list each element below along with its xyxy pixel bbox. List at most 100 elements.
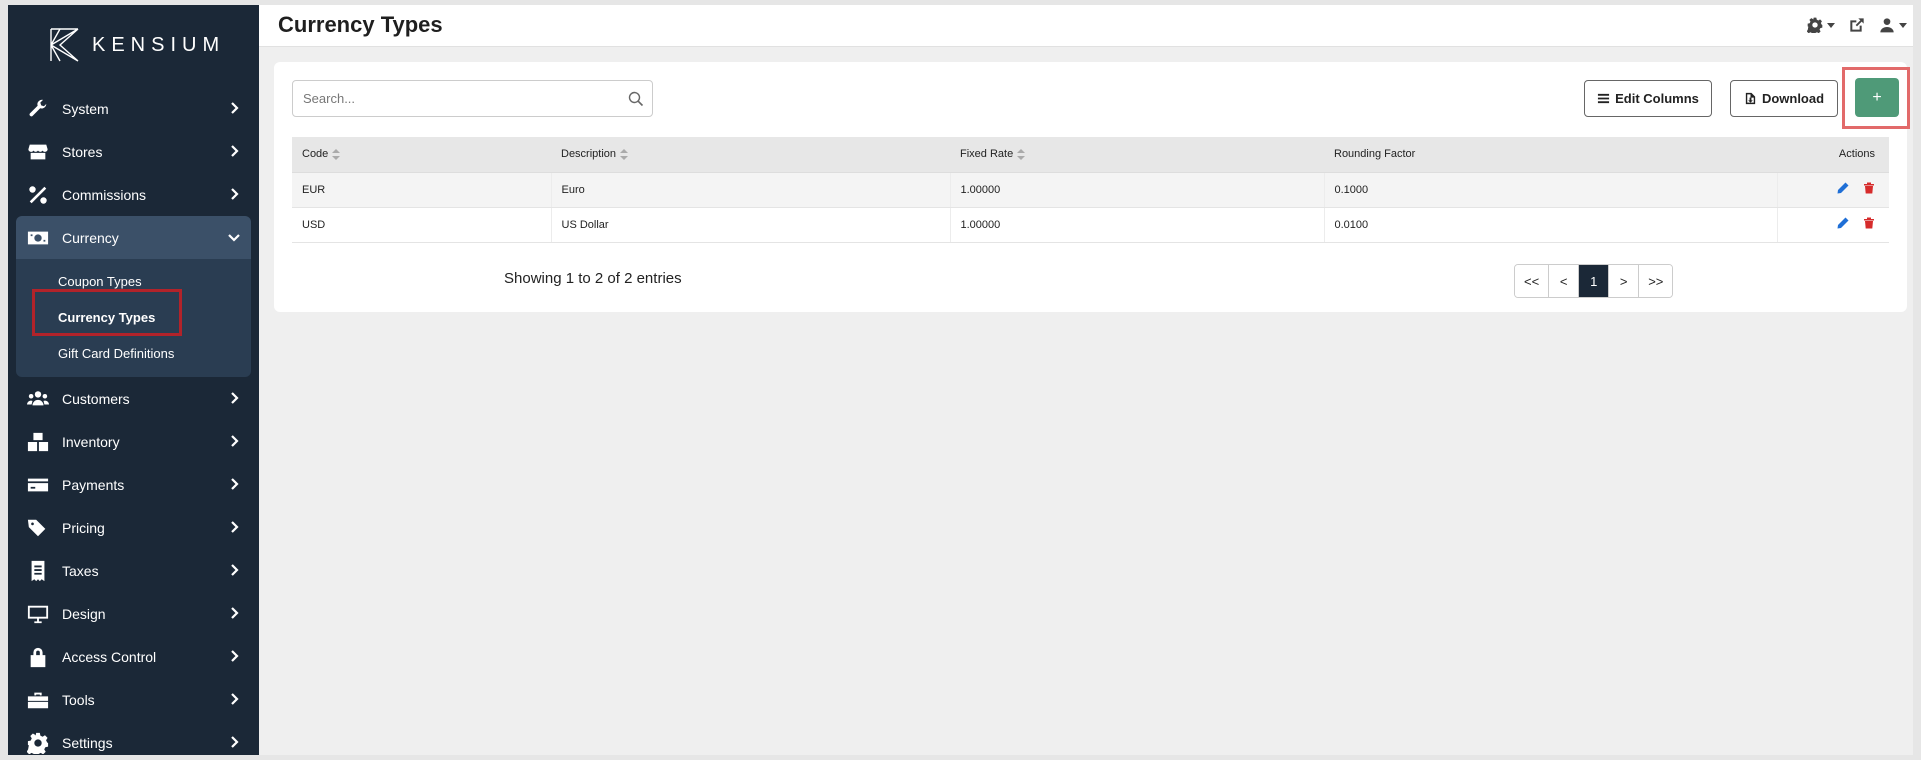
- pager-last[interactable]: >>: [1639, 265, 1673, 297]
- receipt-icon: [26, 560, 50, 582]
- trash-icon[interactable]: [1863, 182, 1875, 194]
- header-actions: [1793, 17, 1907, 33]
- sidebar-item-access-control[interactable]: Access Control: [8, 635, 259, 678]
- pager-page-1[interactable]: 1: [1579, 265, 1610, 297]
- logo[interactable]: KENSIUM: [48, 25, 225, 65]
- column-header-description[interactable]: Description: [551, 137, 950, 173]
- chevron-right-icon: [227, 606, 241, 620]
- chevron-right-icon: [227, 144, 241, 158]
- cell-description: Euro: [551, 172, 951, 208]
- sort-icon: [1017, 148, 1026, 160]
- sidebar-item-taxes[interactable]: Taxes: [8, 549, 259, 592]
- trash-icon[interactable]: [1863, 217, 1875, 229]
- sidebar-item-pricing[interactable]: Pricing: [8, 506, 259, 549]
- table-header-row: Code Description Fixed Rate Rounding Fac…: [292, 137, 1889, 173]
- chevron-right-icon: [227, 477, 241, 491]
- sidebar-item-currency[interactable]: Currency: [16, 216, 251, 259]
- user-menu-button[interactable]: [1879, 17, 1907, 33]
- chevron-right-icon: [227, 563, 241, 577]
- percent-icon: [26, 184, 50, 206]
- external-link-button[interactable]: [1849, 17, 1865, 33]
- user-icon: [1880, 18, 1894, 33]
- search-input[interactable]: [293, 81, 613, 116]
- list-icon: [1598, 93, 1610, 104]
- download-button[interactable]: Download: [1730, 80, 1838, 117]
- edit-columns-button[interactable]: Edit Columns: [1584, 80, 1712, 117]
- pager-next[interactable]: >: [1609, 265, 1640, 297]
- caret-down-icon: [1899, 22, 1907, 28]
- sidebar-item-settings[interactable]: Settings: [8, 721, 259, 760]
- column-header-fixed-rate[interactable]: Fixed Rate: [950, 137, 1324, 173]
- chevron-right-icon: [227, 187, 241, 201]
- pager-first[interactable]: <<: [1515, 265, 1550, 297]
- chevron-right-icon: [227, 692, 241, 706]
- chevron-right-icon: [227, 649, 241, 663]
- entries-summary: Showing 1 to 2 of 2 entries: [504, 270, 682, 287]
- external-link-icon: [1850, 18, 1864, 32]
- top-header: Currency Types: [259, 5, 1913, 47]
- caret-down-icon: [1827, 22, 1835, 28]
- cell-actions: [1777, 207, 1889, 243]
- search-icon[interactable]: [628, 91, 644, 107]
- file-download-icon: [1745, 92, 1756, 105]
- cell-actions: [1777, 172, 1889, 208]
- column-header-label: Code: [302, 148, 329, 161]
- table-row: EUR Euro 1.00000 0.1000: [292, 172, 1889, 208]
- content-card: Edit Columns Download + Code Description…: [274, 62, 1910, 312]
- selection-highlight: [32, 289, 182, 336]
- chevron-right-icon: [227, 735, 241, 749]
- chevron-right-icon: [227, 391, 241, 405]
- desktop-icon: [26, 603, 50, 625]
- chevron-right-icon: [227, 434, 241, 448]
- cell-rounding-factor: 0.0100: [1324, 207, 1778, 243]
- kensium-logo-icon: [50, 28, 79, 62]
- table-row: USD US Dollar 1.00000 0.0100: [292, 207, 1889, 243]
- sidebar-item-system[interactable]: System: [8, 87, 259, 130]
- cell-code: USD: [292, 207, 552, 243]
- sidebar-item-design[interactable]: Design: [8, 592, 259, 635]
- users-icon: [26, 388, 50, 410]
- tags-icon: [26, 517, 50, 539]
- column-header-actions: Actions: [1777, 137, 1889, 173]
- wrench-icon: [26, 98, 50, 120]
- chevron-down-icon: [227, 230, 241, 244]
- search-box: [292, 80, 653, 117]
- add-button[interactable]: +: [1855, 78, 1899, 117]
- chevron-right-icon: [227, 520, 241, 534]
- column-header-label: Fixed Rate: [960, 148, 1014, 161]
- sort-icon: [332, 148, 341, 160]
- pagination: << < 1 > >>: [1514, 264, 1674, 298]
- cell-fixed-rate: 1.00000: [950, 172, 1325, 208]
- gear-icon: [1807, 17, 1823, 33]
- sort-icon: [620, 148, 629, 160]
- credit-card-icon: [26, 474, 50, 496]
- sidebar-item-stores[interactable]: Stores: [8, 130, 259, 173]
- column-header-code[interactable]: Code: [292, 137, 551, 173]
- chevron-right-icon: [227, 101, 241, 115]
- sidebar-item-customers[interactable]: Customers: [8, 377, 259, 420]
- sidebar-item-payments[interactable]: Payments: [8, 463, 259, 506]
- store-icon: [26, 141, 50, 163]
- cell-rounding-factor: 0.1000: [1324, 172, 1778, 208]
- cell-description: US Dollar: [551, 207, 951, 243]
- sidebar-subitem-gift-card-definitions[interactable]: Gift Card Definitions: [16, 335, 251, 371]
- gear-icon: [26, 732, 50, 754]
- sidebar: KENSIUM System Stores Commissions Curren…: [8, 5, 259, 755]
- edit-icon[interactable]: [1837, 182, 1849, 194]
- settings-menu-button[interactable]: [1807, 17, 1835, 33]
- app-frame: KENSIUM System Stores Commissions Curren…: [8, 5, 1913, 755]
- edit-icon[interactable]: [1837, 217, 1849, 229]
- money-bill-icon: [26, 227, 50, 249]
- edit-columns-label: Edit Columns: [1615, 91, 1699, 106]
- sidebar-item-tools[interactable]: Tools: [8, 678, 259, 721]
- sidebar-item-commissions[interactable]: Commissions: [8, 173, 259, 216]
- boxes-icon: [26, 431, 50, 453]
- cell-fixed-rate: 1.00000: [950, 207, 1325, 243]
- download-label: Download: [1761, 91, 1825, 106]
- sidebar-item-label: Currency: [62, 229, 119, 246]
- sidebar-item-inventory[interactable]: Inventory: [8, 420, 259, 463]
- sidebar-nav: System Stores Commissions Currency Coupo…: [8, 87, 259, 760]
- pager-prev[interactable]: <: [1549, 265, 1580, 297]
- logo-text: KENSIUM: [92, 33, 226, 56]
- page-title: Currency Types: [278, 12, 443, 37]
